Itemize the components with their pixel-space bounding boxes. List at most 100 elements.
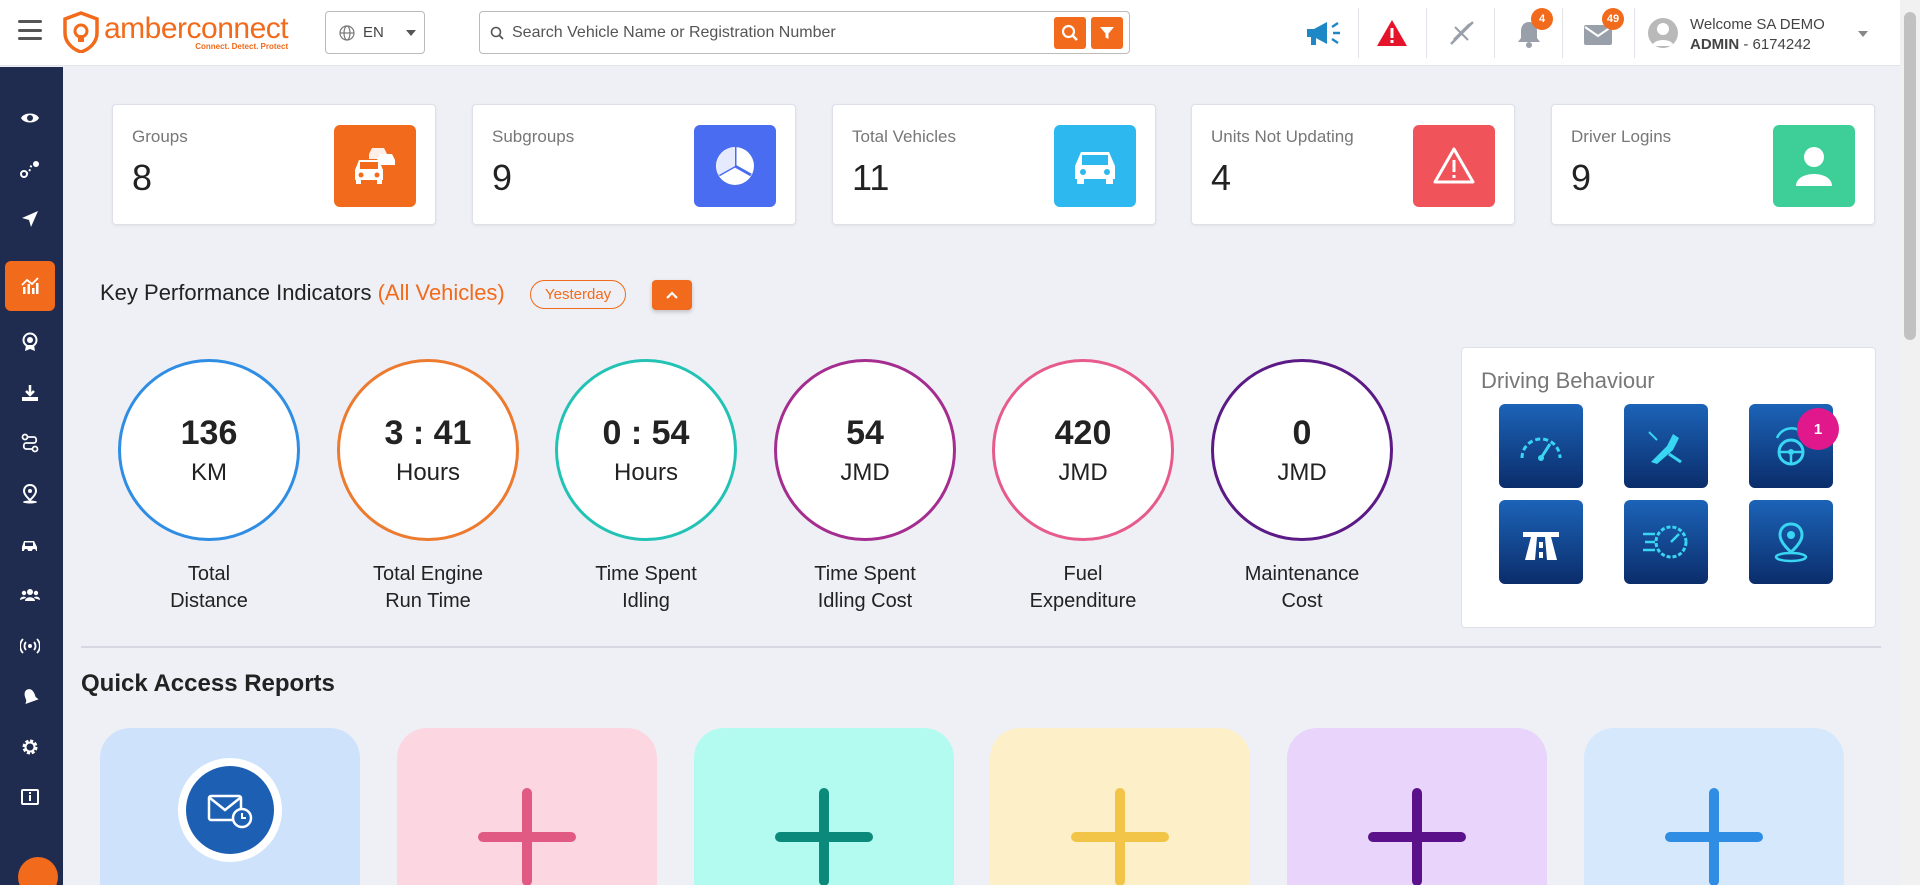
- sidebar-item-locations[interactable]: [5, 469, 55, 519]
- kpi-label: Fuel: [1063, 563, 1103, 585]
- sidebar-item-trips[interactable]: [5, 418, 55, 468]
- sidebar-item-vehicles[interactable]: [5, 520, 55, 570]
- location-pin-icon: [22, 484, 38, 504]
- plus-icon: [1368, 788, 1466, 885]
- sidebar-item-broadcast[interactable]: [5, 621, 55, 671]
- logo[interactable]: amberconnect Connect. Detect. Protect: [62, 8, 289, 56]
- stat-card-units-not-updating[interactable]: Units Not Updating 4: [1191, 104, 1515, 225]
- db-tile-harsh-braking[interactable]: [1624, 404, 1708, 488]
- search-button[interactable]: [1054, 17, 1086, 49]
- kpi-label: Time Spent: [814, 563, 916, 585]
- stat-card-total-vehicles[interactable]: Total Vehicles 11: [832, 104, 1156, 225]
- avatar-icon: [1648, 18, 1678, 48]
- driving-behaviour-title: Driving Behaviour: [1481, 368, 1655, 393]
- search-bar: [479, 11, 1130, 54]
- highway-icon: [1523, 532, 1559, 560]
- kpi-unit: JMD: [1277, 459, 1327, 486]
- kpi-engine-run-time: 3 : 41 Hours Total Engine Run Time: [337, 359, 519, 615]
- sidebar-item-navigation[interactable]: [5, 194, 55, 244]
- stat-label: Subgroups: [492, 127, 575, 146]
- quick-access-card-add[interactable]: [694, 728, 954, 885]
- quick-access-card-add[interactable]: [397, 728, 657, 885]
- sidebar-item-download[interactable]: [5, 368, 55, 418]
- quick-access-card-add[interactable]: [1287, 728, 1547, 885]
- kpi-circle: 54 JMD: [774, 359, 956, 541]
- kpi-value: 0 : 54: [602, 414, 690, 452]
- db-tile-speeding[interactable]: [1499, 404, 1583, 488]
- stat-card-groups[interactable]: Groups 8: [112, 104, 436, 225]
- plus-icon: [775, 788, 873, 885]
- stat-card-subgroups[interactable]: Subgroups 9: [472, 104, 796, 225]
- alert-bell-icon: [24, 689, 39, 705]
- db-tile-geofence[interactable]: [1749, 500, 1833, 584]
- db-tile-acceleration[interactable]: [1624, 500, 1708, 584]
- kpi-label: Time Spent: [595, 563, 697, 585]
- kpi-circle: 136 KM: [118, 359, 300, 541]
- trip-icon: [21, 433, 39, 453]
- broadcast-icon: [20, 638, 40, 654]
- plus-icon: [1071, 788, 1169, 885]
- search-input[interactable]: [512, 23, 1042, 42]
- sidebar-item-settings[interactable]: [5, 722, 55, 772]
- users-icon: [20, 589, 40, 601]
- notifications-bell-icon[interactable]: 4: [1509, 8, 1553, 54]
- stat-card-driver-logins[interactable]: Driver Logins 9: [1551, 104, 1875, 225]
- sidebar: [0, 67, 63, 885]
- eye-icon: [21, 113, 39, 123]
- chat-button[interactable]: [18, 857, 58, 885]
- alert-triangle-icon[interactable]: [1372, 13, 1412, 53]
- separator: [1426, 8, 1427, 58]
- user-role: ADMIN: [1690, 35, 1740, 53]
- period-pill[interactable]: Yesterday: [530, 280, 627, 309]
- filter-button[interactable]: [1091, 17, 1123, 49]
- speedometer-icon: [1520, 437, 1562, 461]
- db-tile-harsh-cornering[interactable]: 1: [1749, 404, 1839, 488]
- chevron-up-icon: [666, 291, 678, 299]
- kpi-circle: 0 : 54 Hours: [555, 359, 737, 541]
- muted-notification-icon[interactable]: [1442, 13, 1482, 53]
- quick-access-card-add[interactable]: [1584, 728, 1844, 885]
- language-select[interactable]: EN: [325, 11, 425, 54]
- stat-value: 9: [1571, 157, 1592, 198]
- chevron-down-icon: [1858, 31, 1868, 37]
- sidebar-item-info[interactable]: [5, 772, 55, 822]
- messages-mail-icon[interactable]: 49: [1578, 8, 1624, 54]
- kpi-idling-time: 0 : 54 Hours Time Spent Idling: [555, 359, 737, 615]
- driving-behaviour-panel: Driving Behaviour 1: [1461, 347, 1876, 628]
- stat-value: 8: [132, 157, 153, 198]
- chevron-down-icon: [405, 29, 416, 36]
- kpi-value: 54: [846, 414, 884, 452]
- sidebar-item-badge[interactable]: [5, 317, 55, 367]
- kpi-label: Idling Cost: [817, 590, 913, 612]
- logo-name: amberconnect: [104, 11, 289, 45]
- kpi-label: Total: [187, 563, 231, 585]
- vehicle-icon: [22, 541, 37, 553]
- sidebar-item-dashboard[interactable]: [5, 261, 55, 311]
- scrollbar-thumb[interactable]: [1904, 12, 1916, 340]
- acceleration-icon: [1643, 525, 1688, 559]
- menu-icon[interactable]: [18, 20, 42, 40]
- messages-badge: 49: [1602, 8, 1624, 30]
- sidebar-item-live-view[interactable]: [5, 93, 55, 143]
- car-icon: [1054, 125, 1136, 207]
- sidebar-item-alerts[interactable]: [5, 671, 55, 721]
- sidebar-item-routes[interactable]: [5, 144, 55, 194]
- globe-icon: [339, 24, 355, 41]
- cars-icon: [334, 125, 416, 207]
- quick-access-card-add[interactable]: [990, 728, 1250, 885]
- section-divider: [81, 646, 1881, 648]
- kpi-title: Key Performance Indicators (All Vehicles…: [100, 280, 505, 305]
- user-menu[interactable]: Welcome SA DEMO ADMIN - 6174242: [1648, 10, 1868, 56]
- kpi-label: Run Time: [385, 590, 471, 612]
- separator: [1562, 8, 1563, 58]
- kpi-idling-cost: 54 JMD Time Spent Idling Cost: [774, 359, 956, 615]
- scheduled-mail-icon: [186, 766, 274, 854]
- collapse-button[interactable]: [652, 280, 692, 310]
- sidebar-item-users[interactable]: [5, 570, 55, 620]
- announcement-icon[interactable]: [1303, 13, 1343, 53]
- top-bar: amberconnect Connect. Detect. Protect EN…: [0, 0, 1900, 66]
- stat-label: Groups: [132, 127, 188, 146]
- db-tile-highway[interactable]: [1499, 500, 1583, 584]
- quick-access-card-scheduled-mail[interactable]: [100, 728, 360, 885]
- warning-icon: [1413, 125, 1495, 207]
